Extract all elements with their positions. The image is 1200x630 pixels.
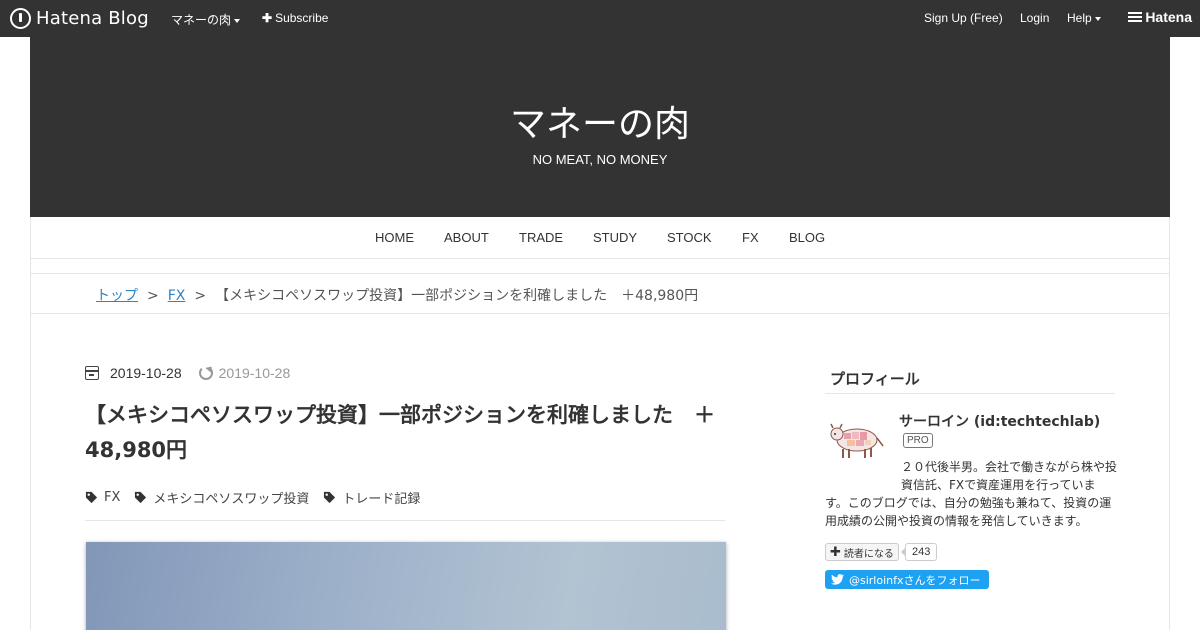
hatena-blog-logo[interactable]: Hatena Blog: [10, 8, 149, 29]
nav-item-trade[interactable]: TRADE: [519, 230, 563, 245]
nav-item-study[interactable]: STUDY: [593, 230, 637, 245]
signup-link[interactable]: Sign Up (Free): [924, 11, 1003, 25]
breadcrumb-category-link[interactable]: FX: [168, 288, 186, 304]
entry-updated-date: 2019-10-28: [218, 365, 291, 381]
blog-header: マネーの肉 NO MEAT, NO MONEY: [30, 37, 1170, 217]
twitter-bird-icon: [831, 574, 844, 585]
profile-description-block: ２０代後半男。会社で働きながら株や投資信託、FXで資産運用を行っています。このブ…: [825, 458, 1117, 530]
breadcrumb: トップ > FX > 【メキシコペソスワップ投資】一部ポジションを利確しました ＋48,…: [96, 285, 698, 305]
refresh-icon: [198, 366, 213, 380]
tag-link[interactable]: メキシコペソスワップ投資: [134, 488, 309, 507]
hatena-navbar: Hatena Blog マネーの肉 ✚ Subscribe Sign Up (Fr…: [0, 0, 1200, 37]
hatena-logo[interactable]: Hatena: [1128, 9, 1192, 25]
avatar[interactable]: [829, 416, 887, 464]
tag-label: トレード記録: [342, 492, 421, 507]
profile-name[interactable]: サーロイン (id:techtechlab): [899, 411, 1100, 431]
entry-published-date[interactable]: 2019-10-28: [110, 365, 182, 381]
help-dropdown[interactable]: Help: [1067, 11, 1101, 25]
pro-badge: PRO: [903, 433, 933, 448]
twitter-follow-label: @sirloinfxさんをフォロー: [849, 573, 981, 587]
hatena-logo-text: Hatena: [1145, 9, 1192, 25]
hatena-blog-logo-icon: [10, 8, 31, 29]
entry-eyecatch-image: [86, 542, 726, 630]
entry-tags: FX メキシコペソスワップ投資 トレード記録: [85, 488, 434, 507]
divider: [825, 393, 1115, 394]
profile-heading: プロフィール: [830, 370, 920, 388]
tag-label: メキシコペソスワップ投資: [153, 492, 310, 507]
blog-menu-label: マネーの肉: [171, 13, 232, 27]
help-label: Help: [1067, 11, 1092, 25]
entry-title[interactable]: 【メキシコペソスワップ投資】一部ポジションを利確しました ＋48,980円: [85, 398, 725, 468]
twitter-follow-button[interactable]: @sirloinfxさんをフォロー: [825, 570, 989, 589]
subscribe-button[interactable]: ✚ 読者になる: [825, 543, 899, 561]
breadcrumb-separator: >: [147, 288, 159, 304]
divider: [30, 313, 1170, 314]
tag-link[interactable]: トレード記録: [323, 488, 420, 507]
breadcrumb-separator: >: [194, 288, 207, 304]
blog-title[interactable]: マネーの肉: [30, 95, 1170, 147]
subscribe-link[interactable]: ✚ Subscribe: [262, 11, 328, 25]
subscribe-button-label: 読者になる: [843, 548, 894, 560]
login-link[interactable]: Login: [1020, 11, 1049, 25]
calendar-icon: [85, 366, 99, 380]
tag-icon: [324, 491, 336, 504]
divider: [30, 273, 1170, 274]
entry-date: 2019-10-28 2019-10-28: [85, 365, 290, 381]
plus-icon: ✚: [262, 11, 273, 25]
breadcrumb-current: 【メキシコペソスワップ投資】一部ポジションを利確しました ＋48,980円: [215, 288, 699, 304]
chevron-down-icon: [234, 18, 241, 23]
subscriber-count: 243: [900, 543, 938, 561]
avatar-spacer: [825, 458, 901, 494]
nav-item-stock[interactable]: STOCK: [667, 230, 712, 245]
tag-label: FX: [104, 490, 121, 505]
divider: [85, 520, 725, 521]
subscribe-label: Subscribe: [275, 11, 329, 25]
brand-name: Hatena Blog: [36, 8, 149, 29]
tag-icon: [135, 491, 147, 504]
chevron-down-icon: [1094, 16, 1101, 21]
nav-item-fx[interactable]: FX: [742, 230, 759, 245]
hatena-stripes-icon: [1128, 10, 1143, 24]
nav-item-about[interactable]: ABOUT: [444, 230, 489, 245]
tag-icon: [85, 491, 98, 504]
global-nav: HOME ABOUT TRADE STUDY STOCK FX BLOG: [30, 217, 1170, 259]
tag-link[interactable]: FX: [85, 490, 120, 505]
nav-item-home[interactable]: HOME: [375, 230, 414, 245]
blog-menu-dropdown[interactable]: マネーの肉: [171, 11, 241, 28]
nav-item-blog[interactable]: BLOG: [789, 230, 825, 245]
blog-description: NO MEAT, NO MONEY: [532, 152, 668, 167]
breadcrumb-top-link[interactable]: トップ: [96, 288, 138, 304]
plus-icon: ✚: [830, 544, 841, 560]
